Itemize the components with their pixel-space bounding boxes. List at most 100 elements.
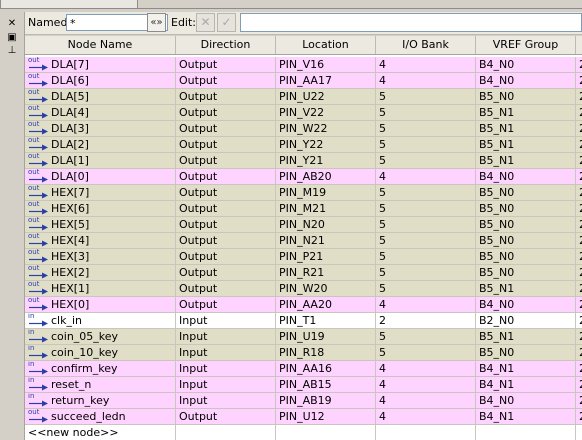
node-name-cell[interactable]: in clk_in: [25, 313, 176, 328]
overflow-cell[interactable]: 2: [576, 329, 582, 344]
vref-group-cell[interactable]: B4_N0: [476, 73, 576, 88]
vref-group-cell[interactable]: B4_N1: [476, 361, 576, 376]
location-cell[interactable]: PIN_N21: [276, 233, 376, 248]
node-name-cell[interactable]: out HEX[4]: [25, 233, 176, 248]
vref-group-cell[interactable]: B5_N1: [476, 121, 576, 136]
io-bank-cell[interactable]: 5: [376, 281, 476, 296]
node-name-cell[interactable]: out DLA[5]: [25, 89, 176, 104]
node-name-cell[interactable]: out HEX[7]: [25, 185, 176, 200]
direction-cell[interactable]: Output: [176, 409, 276, 424]
table-cell[interactable]: [476, 425, 576, 440]
io-bank-cell[interactable]: 4: [376, 297, 476, 312]
overflow-cell[interactable]: 2: [576, 249, 582, 264]
direction-cell[interactable]: Output: [176, 201, 276, 216]
overflow-cell[interactable]: 2: [576, 313, 582, 328]
table-row[interactable]: in return_key InputPIN_AB194B4_N02: [25, 393, 582, 409]
table-row[interactable]: out DLA[3] OutputPIN_W225B5_N12: [25, 121, 582, 137]
vref-group-cell[interactable]: B2_N0: [476, 313, 576, 328]
node-name-cell[interactable]: out HEX[5]: [25, 217, 176, 232]
location-cell[interactable]: PIN_M19: [276, 185, 376, 200]
location-cell[interactable]: PIN_W22: [276, 121, 376, 136]
direction-cell[interactable]: Output: [176, 73, 276, 88]
location-cell[interactable]: PIN_V16: [276, 57, 376, 72]
vref-group-cell[interactable]: B5_N0: [476, 345, 576, 360]
node-name-cell[interactable]: out HEX[6]: [25, 201, 176, 216]
io-bank-cell[interactable]: 5: [376, 201, 476, 216]
io-bank-cell[interactable]: 4: [376, 169, 476, 184]
column-header-node-name[interactable]: Node Name: [25, 36, 176, 54]
table-row[interactable]: out DLA[6] OutputPIN_AA174B4_N02: [25, 73, 582, 89]
node-name-cell[interactable]: in coin_05_key: [25, 329, 176, 344]
new-node-row[interactable]: <<new node>>: [25, 425, 582, 440]
node-name-cell[interactable]: out DLA[7]: [25, 57, 176, 72]
overflow-cell[interactable]: 2: [576, 281, 582, 296]
io-bank-cell[interactable]: 4: [376, 73, 476, 88]
vref-group-cell[interactable]: B5_N0: [476, 89, 576, 104]
table-row[interactable]: out HEX[2] OutputPIN_R215B5_N02: [25, 265, 582, 281]
location-cell[interactable]: PIN_AA16: [276, 361, 376, 376]
node-name-cell[interactable]: in confirm_key: [25, 361, 176, 376]
table-row[interactable]: in confirm_key InputPIN_AA164B4_N12: [25, 361, 582, 377]
table-cell[interactable]: [276, 425, 376, 440]
undock-icon[interactable]: ▣: [6, 32, 18, 44]
direction-cell[interactable]: Input: [176, 361, 276, 376]
overflow-cell[interactable]: 2: [576, 185, 582, 200]
location-cell[interactable]: PIN_AB19: [276, 393, 376, 408]
io-bank-cell[interactable]: 5: [376, 185, 476, 200]
location-cell[interactable]: PIN_AA20: [276, 297, 376, 312]
node-name-cell[interactable]: out DLA[3]: [25, 121, 176, 136]
direction-cell[interactable]: Output: [176, 121, 276, 136]
table-row[interactable]: out DLA[5] OutputPIN_U225B5_N02: [25, 89, 582, 105]
vref-group-cell[interactable]: B5_N1: [476, 153, 576, 168]
table-row[interactable]: out DLA[0] OutputPIN_AB204B4_N02: [25, 169, 582, 185]
direction-cell[interactable]: Input: [176, 393, 276, 408]
tab-stub[interactable]: [0, 0, 138, 9]
node-name-cell[interactable]: in coin_10_key: [25, 345, 176, 360]
location-cell[interactable]: PIN_U22: [276, 89, 376, 104]
table-row[interactable]: out DLA[4] OutputPIN_V225B5_N12: [25, 105, 582, 121]
vref-group-cell[interactable]: B5_N1: [476, 329, 576, 344]
new-node-label[interactable]: <<new node>>: [25, 425, 176, 440]
location-cell[interactable]: PIN_V22: [276, 105, 376, 120]
edit-input[interactable]: [240, 13, 582, 32]
vref-group-cell[interactable]: B5_N0: [476, 217, 576, 232]
io-bank-cell[interactable]: 5: [376, 89, 476, 104]
column-header-location[interactable]: Location: [276, 36, 376, 54]
node-name-cell[interactable]: out DLA[1]: [25, 153, 176, 168]
direction-cell[interactable]: Output: [176, 137, 276, 152]
io-bank-cell[interactable]: 5: [376, 105, 476, 120]
close-icon[interactable]: ✕: [6, 18, 18, 30]
io-bank-cell[interactable]: 5: [376, 217, 476, 232]
table-row[interactable]: in coin_05_key InputPIN_U195B5_N12: [25, 329, 582, 345]
io-bank-cell[interactable]: 5: [376, 345, 476, 360]
overflow-cell[interactable]: 2: [576, 121, 582, 136]
overflow-cell[interactable]: 2: [576, 153, 582, 168]
location-cell[interactable]: PIN_M21: [276, 201, 376, 216]
vref-group-cell[interactable]: B5_N0: [476, 201, 576, 216]
location-cell[interactable]: PIN_W20: [276, 281, 376, 296]
table-row[interactable]: out HEX[4] OutputPIN_N215B5_N02: [25, 233, 582, 249]
location-cell[interactable]: PIN_N20: [276, 217, 376, 232]
io-bank-cell[interactable]: 5: [376, 329, 476, 344]
overflow-cell[interactable]: 2: [576, 233, 582, 248]
node-name-cell[interactable]: out DLA[4]: [25, 105, 176, 120]
io-bank-cell[interactable]: 4: [376, 377, 476, 392]
direction-cell[interactable]: Output: [176, 185, 276, 200]
table-row[interactable]: in coin_10_key InputPIN_R185B5_N02: [25, 345, 582, 361]
direction-cell[interactable]: Output: [176, 265, 276, 280]
table-row[interactable]: out HEX[5] OutputPIN_N205B5_N02: [25, 217, 582, 233]
vref-group-cell[interactable]: B5_N0: [476, 265, 576, 280]
overflow-cell[interactable]: 2: [576, 105, 582, 120]
vref-group-cell[interactable]: B4_N0: [476, 57, 576, 72]
table-row[interactable]: inclk_inInputPIN_T12B2_N02: [25, 313, 582, 329]
direction-cell[interactable]: Input: [176, 345, 276, 360]
location-cell[interactable]: PIN_AA17: [276, 73, 376, 88]
overflow-cell[interactable]: 2: [576, 89, 582, 104]
node-name-cell[interactable]: out HEX[2]: [25, 265, 176, 280]
overflow-cell[interactable]: 2: [576, 57, 582, 72]
direction-cell[interactable]: Output: [176, 217, 276, 232]
table-cell[interactable]: [176, 425, 276, 440]
vref-group-cell[interactable]: B4_N1: [476, 377, 576, 392]
io-bank-cell[interactable]: 5: [376, 121, 476, 136]
vref-group-cell[interactable]: B5_N1: [476, 281, 576, 296]
